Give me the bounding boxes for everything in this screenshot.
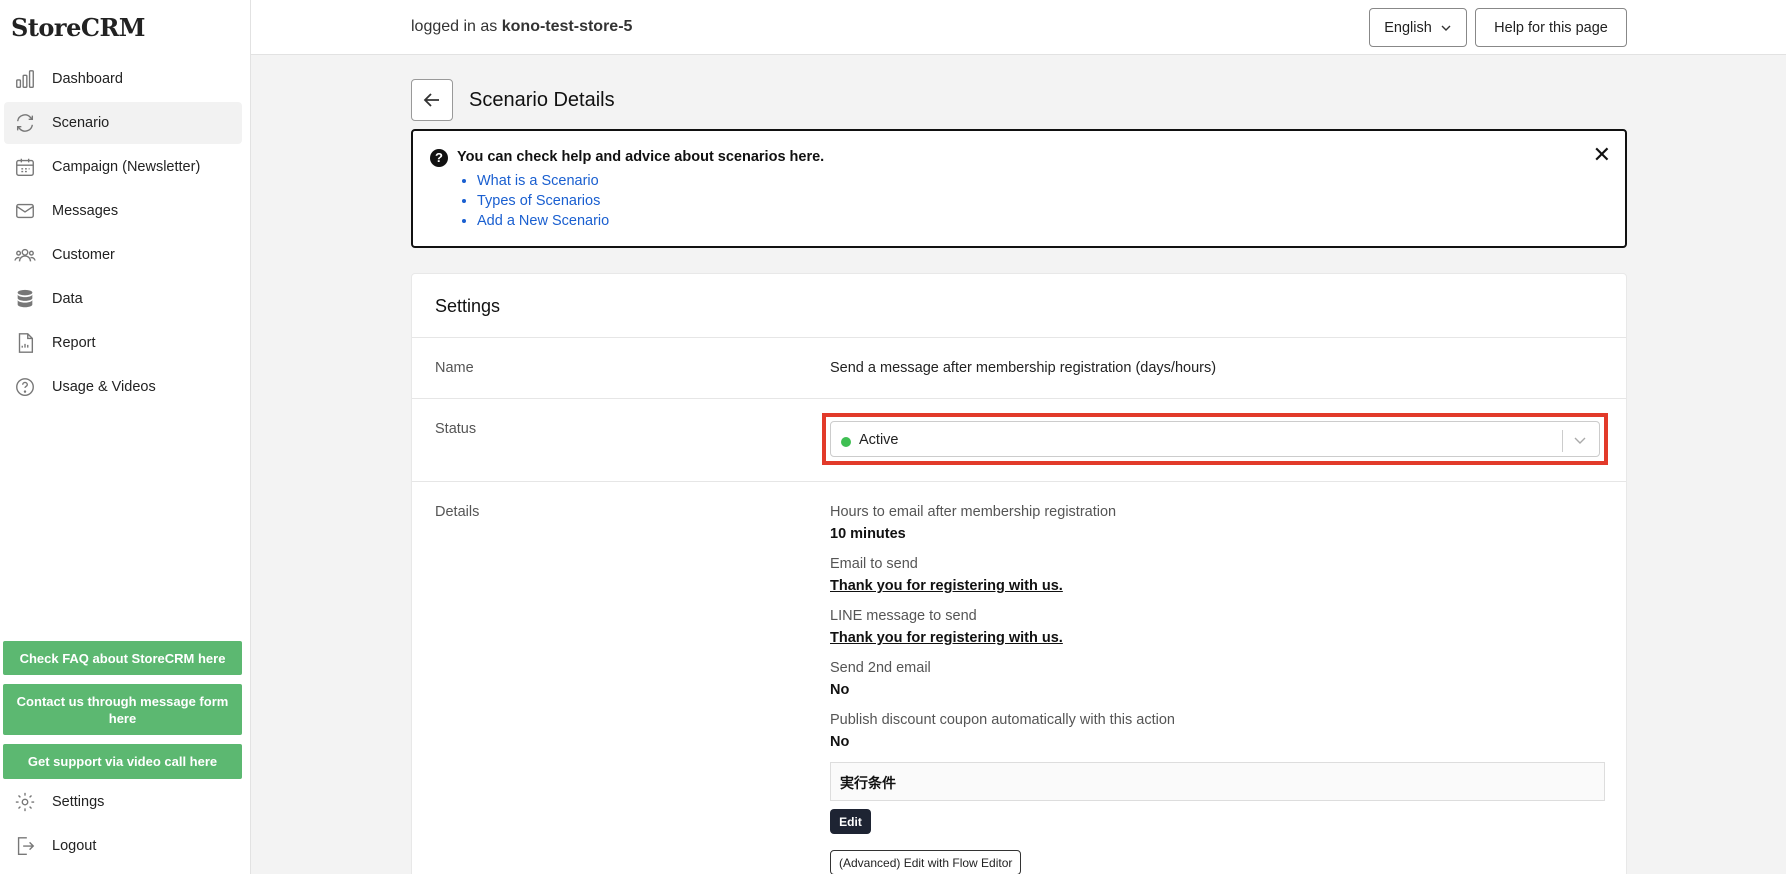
database-icon (13, 287, 37, 311)
sidebar-bottom-nav: Settings Logout (4, 781, 242, 869)
help-title: You can check help and advice about scen… (457, 149, 825, 165)
language-select[interactable]: English (1369, 8, 1467, 47)
divider (412, 337, 1626, 338)
name-label: Name (435, 360, 474, 376)
settings-title: Settings (435, 296, 501, 316)
detail-value: 10 minutes (830, 526, 906, 542)
status-active-dot (841, 437, 851, 447)
contact-form-button[interactable]: Contact us through message form here (3, 684, 242, 735)
flow-editor-button[interactable]: (Advanced) Edit with Flow Editor (830, 850, 1022, 874)
calendar-icon (13, 155, 37, 179)
list-item: What is a Scenario (477, 171, 609, 191)
sidebar-item-usage-videos[interactable]: Usage & Videos (4, 366, 242, 408)
help-link-types-of-scenarios[interactable]: Types of Scenarios (477, 193, 600, 209)
execution-conditions: 実行条件 (830, 762, 1605, 801)
list-item: Add a New Scenario (477, 211, 609, 231)
sidebar-item-label: Customer (52, 247, 115, 263)
detail-label: Hours to email after membership registra… (830, 504, 1117, 520)
sidebar-item-label: Settings (52, 794, 105, 810)
sidebar-item-logout[interactable]: Logout (4, 825, 242, 867)
status-select[interactable]: Active (830, 421, 1600, 457)
sidebar: StoreCRM Dashboard Scenario Campaign (Ne… (0, 0, 251, 874)
detail-label: Publish discount coupon automatically wi… (830, 712, 1175, 728)
chevron-down-icon (1440, 22, 1452, 34)
sidebar-item-label: Data (52, 291, 83, 307)
logged-in-prefix: logged in as (411, 18, 498, 35)
arrow-left-icon (422, 90, 442, 110)
sidebar-nav: Dashboard Scenario Campaign (Newsletter)… (4, 58, 242, 410)
sidebar-item-campaign[interactable]: Campaign (Newsletter) (4, 146, 242, 188)
help-page-button[interactable]: Help for this page (1475, 8, 1627, 47)
help-notice: ? You can check help and advice about sc… (411, 129, 1627, 248)
status-value: Active (859, 432, 899, 448)
sidebar-item-label: Report (52, 335, 96, 351)
sidebar-item-customer[interactable]: Customer (4, 234, 242, 276)
detail-label: Email to send (830, 556, 918, 572)
logged-in-status: logged in as kono-test-store-5 (411, 18, 632, 36)
sidebar-item-label: Campaign (Newsletter) (52, 159, 201, 175)
app-logo[interactable]: StoreCRM (11, 13, 145, 42)
gear-icon (13, 790, 37, 814)
sidebar-item-dashboard[interactable]: Dashboard (4, 58, 242, 100)
help-links: What is a Scenario Types of Scenarios Ad… (477, 171, 609, 231)
sidebar-item-scenario[interactable]: Scenario (4, 102, 242, 144)
email-link[interactable]: Thank you for registering with us. (830, 578, 1063, 594)
language-label: English (1384, 19, 1432, 36)
detail-value: No (830, 734, 850, 750)
help-link-add-scenario[interactable]: Add a New Scenario (477, 213, 609, 229)
sidebar-item-report[interactable]: Report (4, 322, 242, 364)
divider (1562, 430, 1563, 452)
chevron-down-icon (1571, 431, 1589, 449)
line-message-link[interactable]: Thank you for registering with us. (830, 630, 1063, 646)
back-button[interactable] (411, 79, 453, 121)
detail-value: No (830, 682, 850, 698)
condition-title: 実行条件 (840, 775, 896, 791)
document-icon (13, 331, 37, 355)
sidebar-item-label: Messages (52, 203, 119, 219)
name-value: Send a message after membership registra… (830, 360, 1217, 376)
detail-label: Send 2nd email (830, 660, 931, 676)
sidebar-item-label: Scenario (52, 115, 110, 131)
detail-label: LINE message to send (830, 608, 977, 624)
video-call-support-button[interactable]: Get support via video call here (3, 744, 242, 779)
faq-button[interactable]: Check FAQ about StoreCRM here (3, 641, 242, 675)
status-highlight: Active (822, 413, 1608, 465)
bar-chart-icon (13, 67, 37, 91)
divider (412, 398, 1626, 399)
edit-button[interactable]: Edit (830, 809, 871, 834)
question-icon: ? (430, 149, 448, 167)
refresh-icon (13, 111, 37, 135)
question-circle-icon (13, 375, 37, 399)
envelope-icon (13, 199, 37, 223)
logout-icon (13, 834, 37, 858)
list-item: Types of Scenarios (477, 191, 609, 211)
sidebar-item-label: Usage & Videos (52, 379, 156, 395)
sidebar-item-label: Logout (52, 838, 97, 854)
divider (412, 481, 1626, 482)
details-label: Details (435, 504, 480, 520)
sidebar-item-label: Dashboard (52, 71, 123, 87)
sidebar-item-data[interactable]: Data (4, 278, 242, 320)
status-label: Status (435, 421, 477, 437)
top-bar: logged in as kono-test-store-5 English H… (251, 0, 1786, 55)
sidebar-item-messages[interactable]: Messages (4, 190, 242, 232)
page-title: Scenario Details (469, 89, 615, 111)
close-icon[interactable]: ✕ (1593, 144, 1611, 166)
users-icon (13, 243, 37, 267)
settings-card: Settings Name Send a message after membe… (411, 273, 1627, 874)
help-link-what-is-scenario[interactable]: What is a Scenario (477, 173, 599, 189)
username: kono-test-store-5 (501, 18, 633, 35)
sidebar-item-settings[interactable]: Settings (4, 781, 242, 823)
